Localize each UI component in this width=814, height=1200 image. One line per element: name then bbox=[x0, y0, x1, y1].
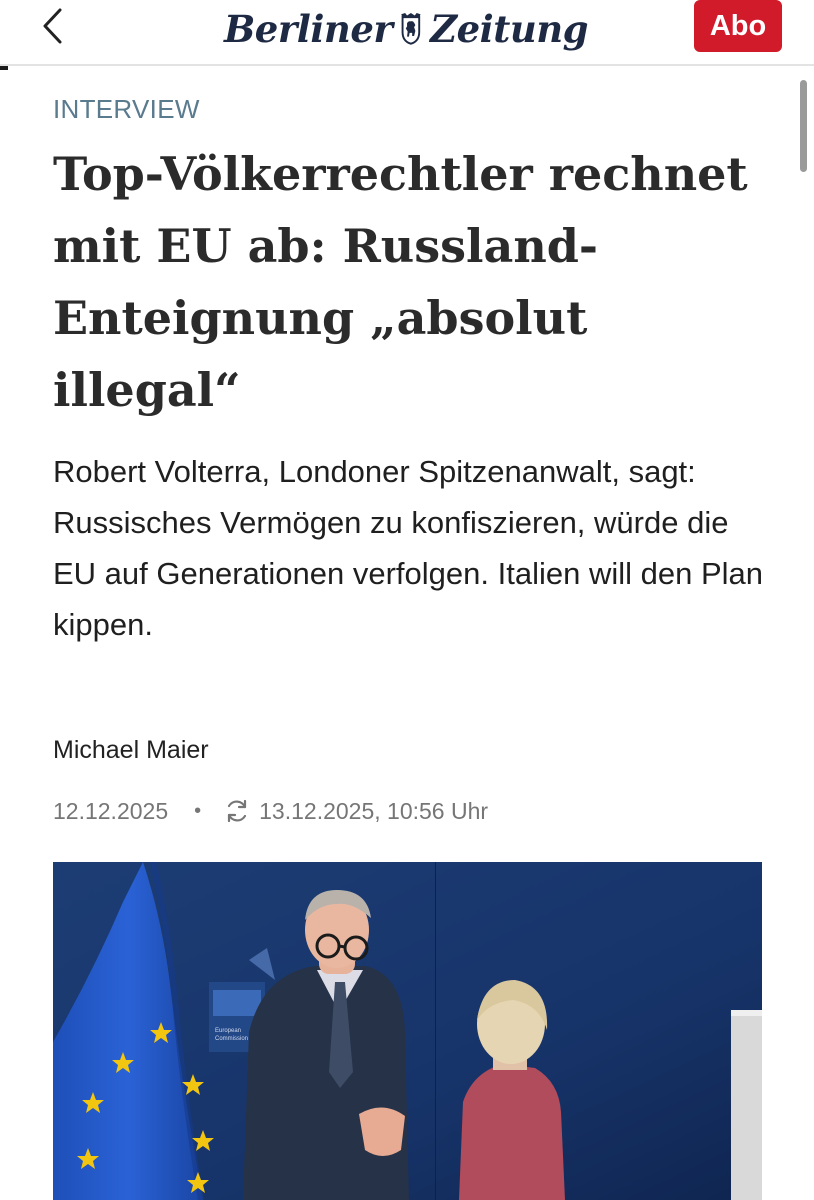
bear-crest-icon bbox=[401, 12, 421, 45]
logo-text-right: Zeitung bbox=[430, 7, 588, 51]
logo-text-left: Berliner bbox=[224, 7, 393, 51]
article-author[interactable]: Michael Maier bbox=[53, 736, 209, 765]
svg-text:Commission: Commission bbox=[215, 1036, 248, 1042]
back-button[interactable] bbox=[30, 6, 74, 46]
scrollbar-thumb[interactable] bbox=[800, 80, 807, 172]
date-separator: • bbox=[194, 799, 202, 822]
chevron-left-icon bbox=[43, 8, 62, 44]
article-dates: 12.12.2025 • 13.12.2025, 10:56 Uhr bbox=[53, 796, 488, 826]
site-logo[interactable]: Berliner Zeitung bbox=[224, 0, 588, 58]
subscribe-button[interactable]: Abo bbox=[694, 0, 782, 52]
updated-date: 13.12.2025, 10:56 Uhr bbox=[259, 797, 489, 824]
article-photo[interactable]: European Commission bbox=[53, 862, 762, 1200]
top-bar: Berliner Zeitung Abo bbox=[0, 0, 814, 66]
article-lead: Robert Volterra, Londoner Spitzenanwalt,… bbox=[53, 454, 763, 642]
svg-text:European: European bbox=[215, 1028, 241, 1034]
published-date: 12.12.2025 bbox=[53, 797, 169, 824]
refresh-icon bbox=[228, 799, 247, 823]
photo-illustration: European Commission bbox=[53, 862, 762, 1200]
article-kicker[interactable]: INTERVIEW bbox=[53, 94, 200, 125]
article-headline: Top-Völkerrechtler rechnet mit EU ab: Ru… bbox=[53, 147, 748, 417]
header-edge-mark bbox=[0, 66, 8, 70]
